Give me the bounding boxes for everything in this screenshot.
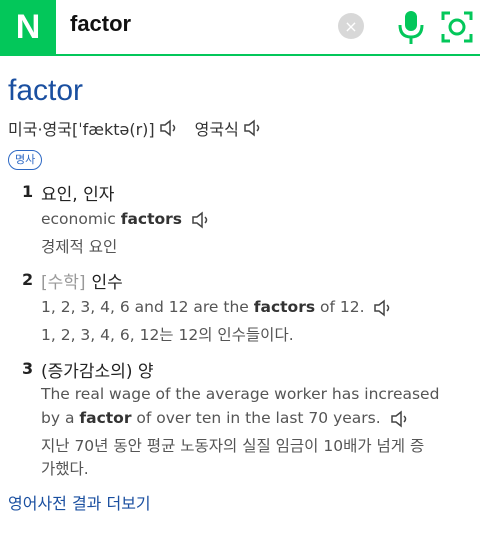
example-text: of over ten in the last 70 years. (131, 409, 381, 427)
speaker-icon[interactable] (159, 119, 181, 137)
field-tag: [수학] (41, 273, 86, 293)
sense-number: 1 (22, 182, 34, 201)
example-en-line2: by a factor of over ten in the last 70 y… (41, 409, 412, 428)
example-ko-line2: 가했다. (41, 460, 89, 478)
sense-number: 2 (22, 270, 34, 289)
headword[interactable]: factor (8, 74, 83, 108)
sense-number: 3 (22, 359, 34, 378)
search-bar: N factor × (0, 0, 480, 56)
part-of-speech-badge: 명사 (8, 150, 43, 170)
clear-icon[interactable]: × (338, 13, 364, 39)
definition-text: 인수 (91, 273, 123, 293)
example-text: by a (41, 409, 80, 427)
example-keyword: factors (120, 210, 183, 228)
sense-definition: 요인, 인자 (41, 185, 115, 205)
example-text: of 12. (315, 298, 365, 316)
more-results-link[interactable]: 영어사전 결과 더보기 (8, 490, 151, 514)
example-text: 1, 2, 3, 4, 6 and 12 are the (41, 298, 254, 316)
example-keyword: factors (253, 298, 316, 316)
lens-icon[interactable] (440, 10, 474, 44)
example-keyword: factor (79, 409, 132, 427)
example-text: economic (41, 210, 121, 228)
speaker-icon[interactable] (191, 210, 213, 229)
speaker-icon[interactable] (373, 298, 395, 317)
example-en: 1, 2, 3, 4, 6 and 12 are the factors of … (41, 298, 395, 317)
speaker-icon[interactable] (243, 119, 265, 137)
pron-uk: 영국식 (194, 120, 239, 139)
sense-definition: [수학] 인수 (41, 268, 123, 293)
example-ko-line1: 지난 70년 동안 평균 노동자의 실질 임금이 10배가 넘게 증 (41, 437, 425, 455)
search-input[interactable]: factor (70, 11, 131, 37)
example-en: economic factors (41, 210, 213, 229)
mic-icon[interactable] (396, 8, 426, 46)
sense-definition: (증가감소의) 양 (41, 362, 154, 382)
naver-logo[interactable]: N (0, 0, 56, 54)
speaker-icon[interactable] (390, 409, 412, 428)
example-en-line1: The real wage of the average worker has … (41, 385, 440, 403)
pronunciation-row: 미국·영국[ˈfæktə(r)] 영국식 (8, 116, 265, 140)
pron-us-uk: 미국·영국[ˈfæktə(r)] (8, 120, 155, 139)
example-ko: 경제적 요인 (41, 238, 118, 256)
example-ko: 1, 2, 3, 4, 6, 12는 12의 인수들이다. (41, 326, 294, 344)
